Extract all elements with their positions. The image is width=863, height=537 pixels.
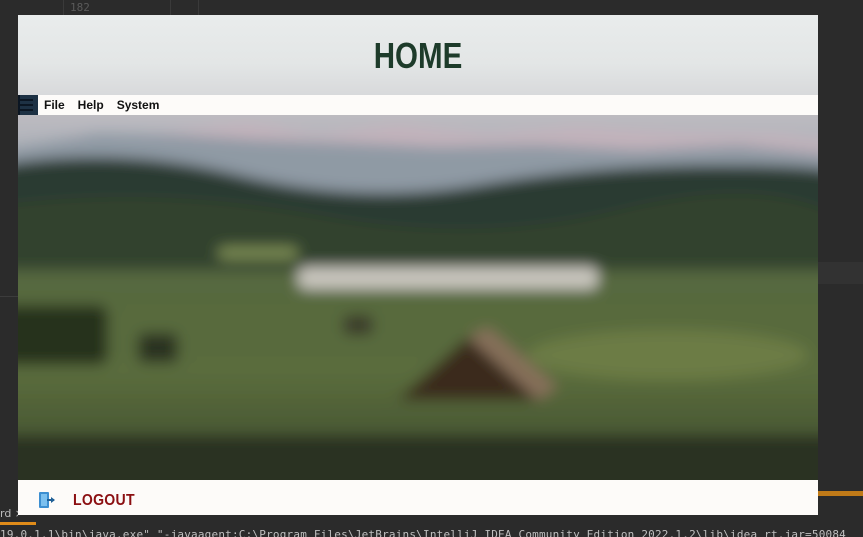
- hamburger-line: [19, 99, 33, 101]
- logout-button[interactable]: LOGOUT: [73, 492, 135, 510]
- ide-active-tab-indicator: [0, 522, 36, 525]
- menu-help[interactable]: Help: [72, 95, 111, 115]
- ide-line-number: 182: [63, 0, 115, 16]
- hamburger-line: [19, 109, 33, 111]
- ide-highlight-strip: [818, 262, 863, 284]
- footer-bar: LOGOUT: [18, 480, 818, 515]
- ide-divider: [198, 0, 199, 16]
- menu-bar: File Help System: [18, 95, 818, 115]
- hamburger-line: [19, 104, 33, 106]
- page-title: HOME: [373, 35, 463, 76]
- ide-tab-label[interactable]: rd ×: [0, 507, 18, 521]
- app-window: HOME File Help System LOGOUT: [18, 15, 818, 515]
- ide-progress-bar: [818, 491, 863, 496]
- ide-divider: [170, 0, 171, 16]
- ide-separator: [0, 296, 18, 297]
- logout-door-icon[interactable]: [38, 491, 58, 509]
- ide-console-output: 19.0.1.1\bin\java.exe" "-javaagent:C:\Pr…: [0, 528, 846, 537]
- menu-system[interactable]: System: [111, 95, 167, 115]
- menu-file[interactable]: File: [38, 95, 72, 115]
- title-band: HOME: [18, 15, 818, 95]
- hamburger-icon[interactable]: [18, 95, 38, 115]
